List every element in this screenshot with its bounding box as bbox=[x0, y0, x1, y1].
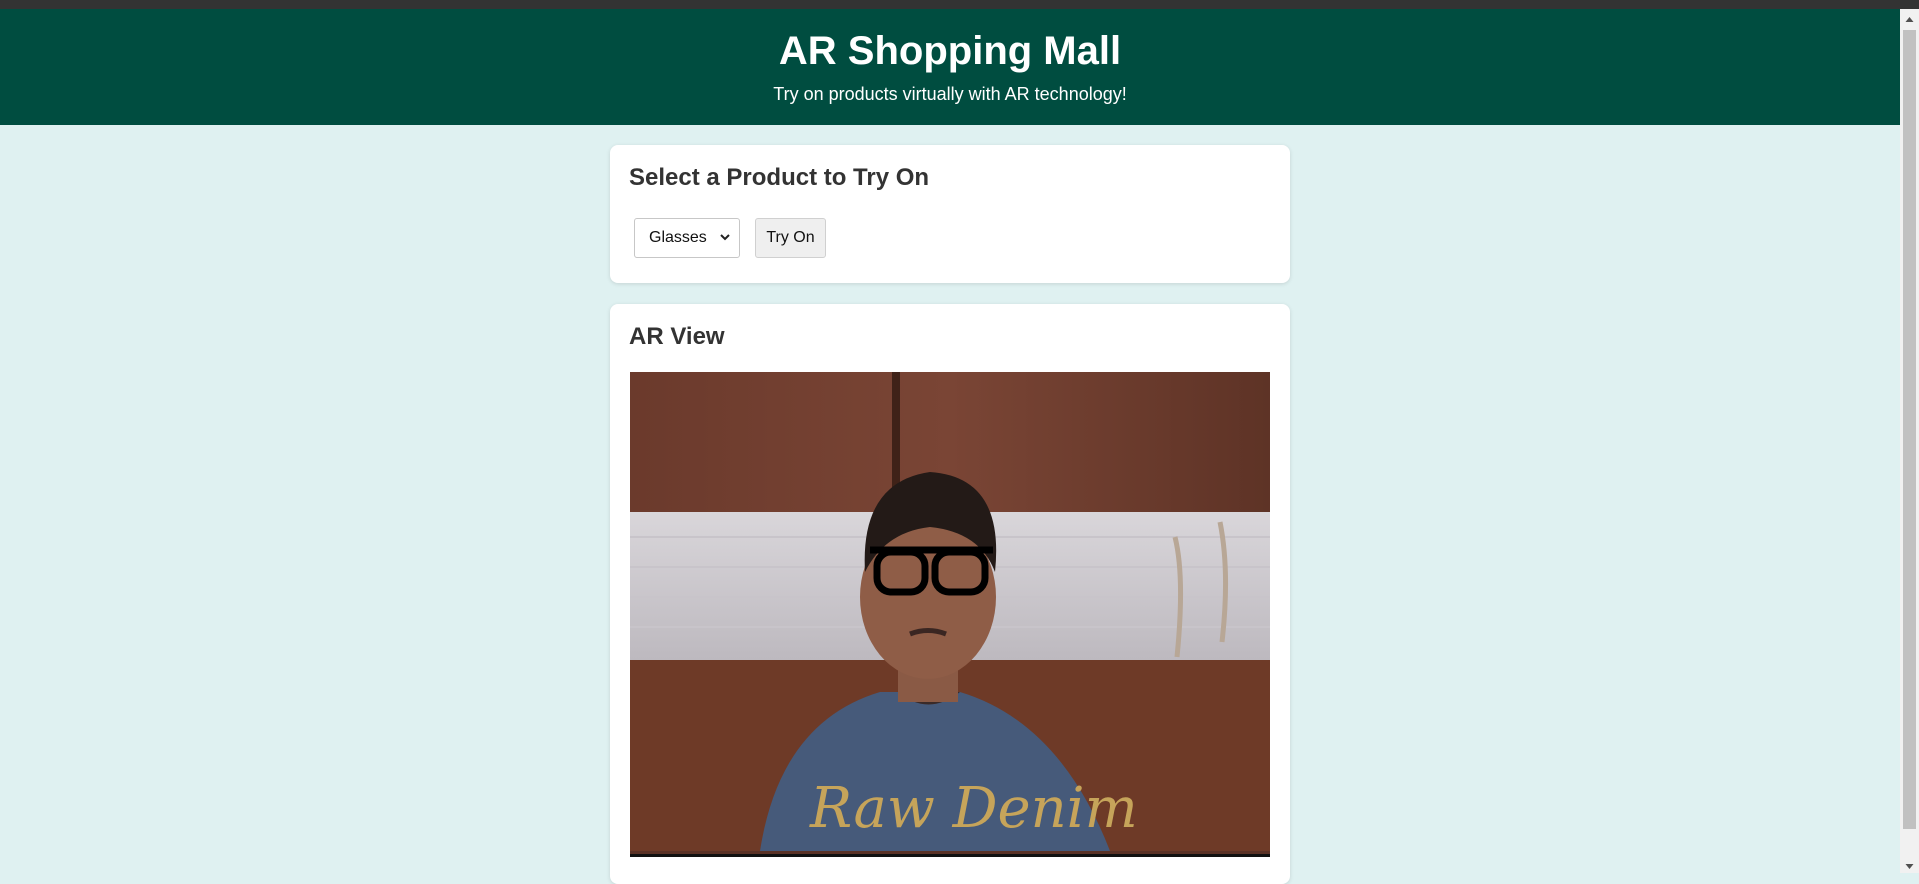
page-title: AR Shopping Mall bbox=[778, 29, 1122, 73]
ar-camera-feed: Raw Denim bbox=[630, 372, 1270, 857]
try-on-button[interactable]: Try On bbox=[755, 218, 826, 258]
product-selector-card: Select a Product to Try On Glasses Try O… bbox=[610, 145, 1290, 283]
scroll-up-arrow-icon[interactable] bbox=[1905, 15, 1914, 24]
selector-heading: Select a Product to Try On bbox=[629, 164, 930, 191]
camera-image: Raw Denim bbox=[630, 372, 1270, 851]
browser-top-strip bbox=[0, 0, 1919, 9]
scrollbar-thumb[interactable] bbox=[1903, 30, 1916, 829]
chevron-down-icon bbox=[720, 234, 730, 241]
shirt-print-text: Raw Denim bbox=[809, 776, 1138, 841]
page-subtitle: Try on products virtually with AR techno… bbox=[773, 84, 1127, 104]
product-select-value: Glasses bbox=[649, 229, 707, 246]
scroll-down-arrow-icon[interactable] bbox=[1905, 862, 1914, 871]
ar-view-card: AR View Raw Denim bbox=[610, 304, 1290, 884]
site-header: AR Shopping Mall Try on products virtual… bbox=[0, 9, 1900, 125]
product-select[interactable]: Glasses bbox=[634, 218, 740, 258]
ar-view-heading: AR View bbox=[629, 323, 725, 350]
page-scrollbar[interactable] bbox=[1900, 9, 1919, 873]
